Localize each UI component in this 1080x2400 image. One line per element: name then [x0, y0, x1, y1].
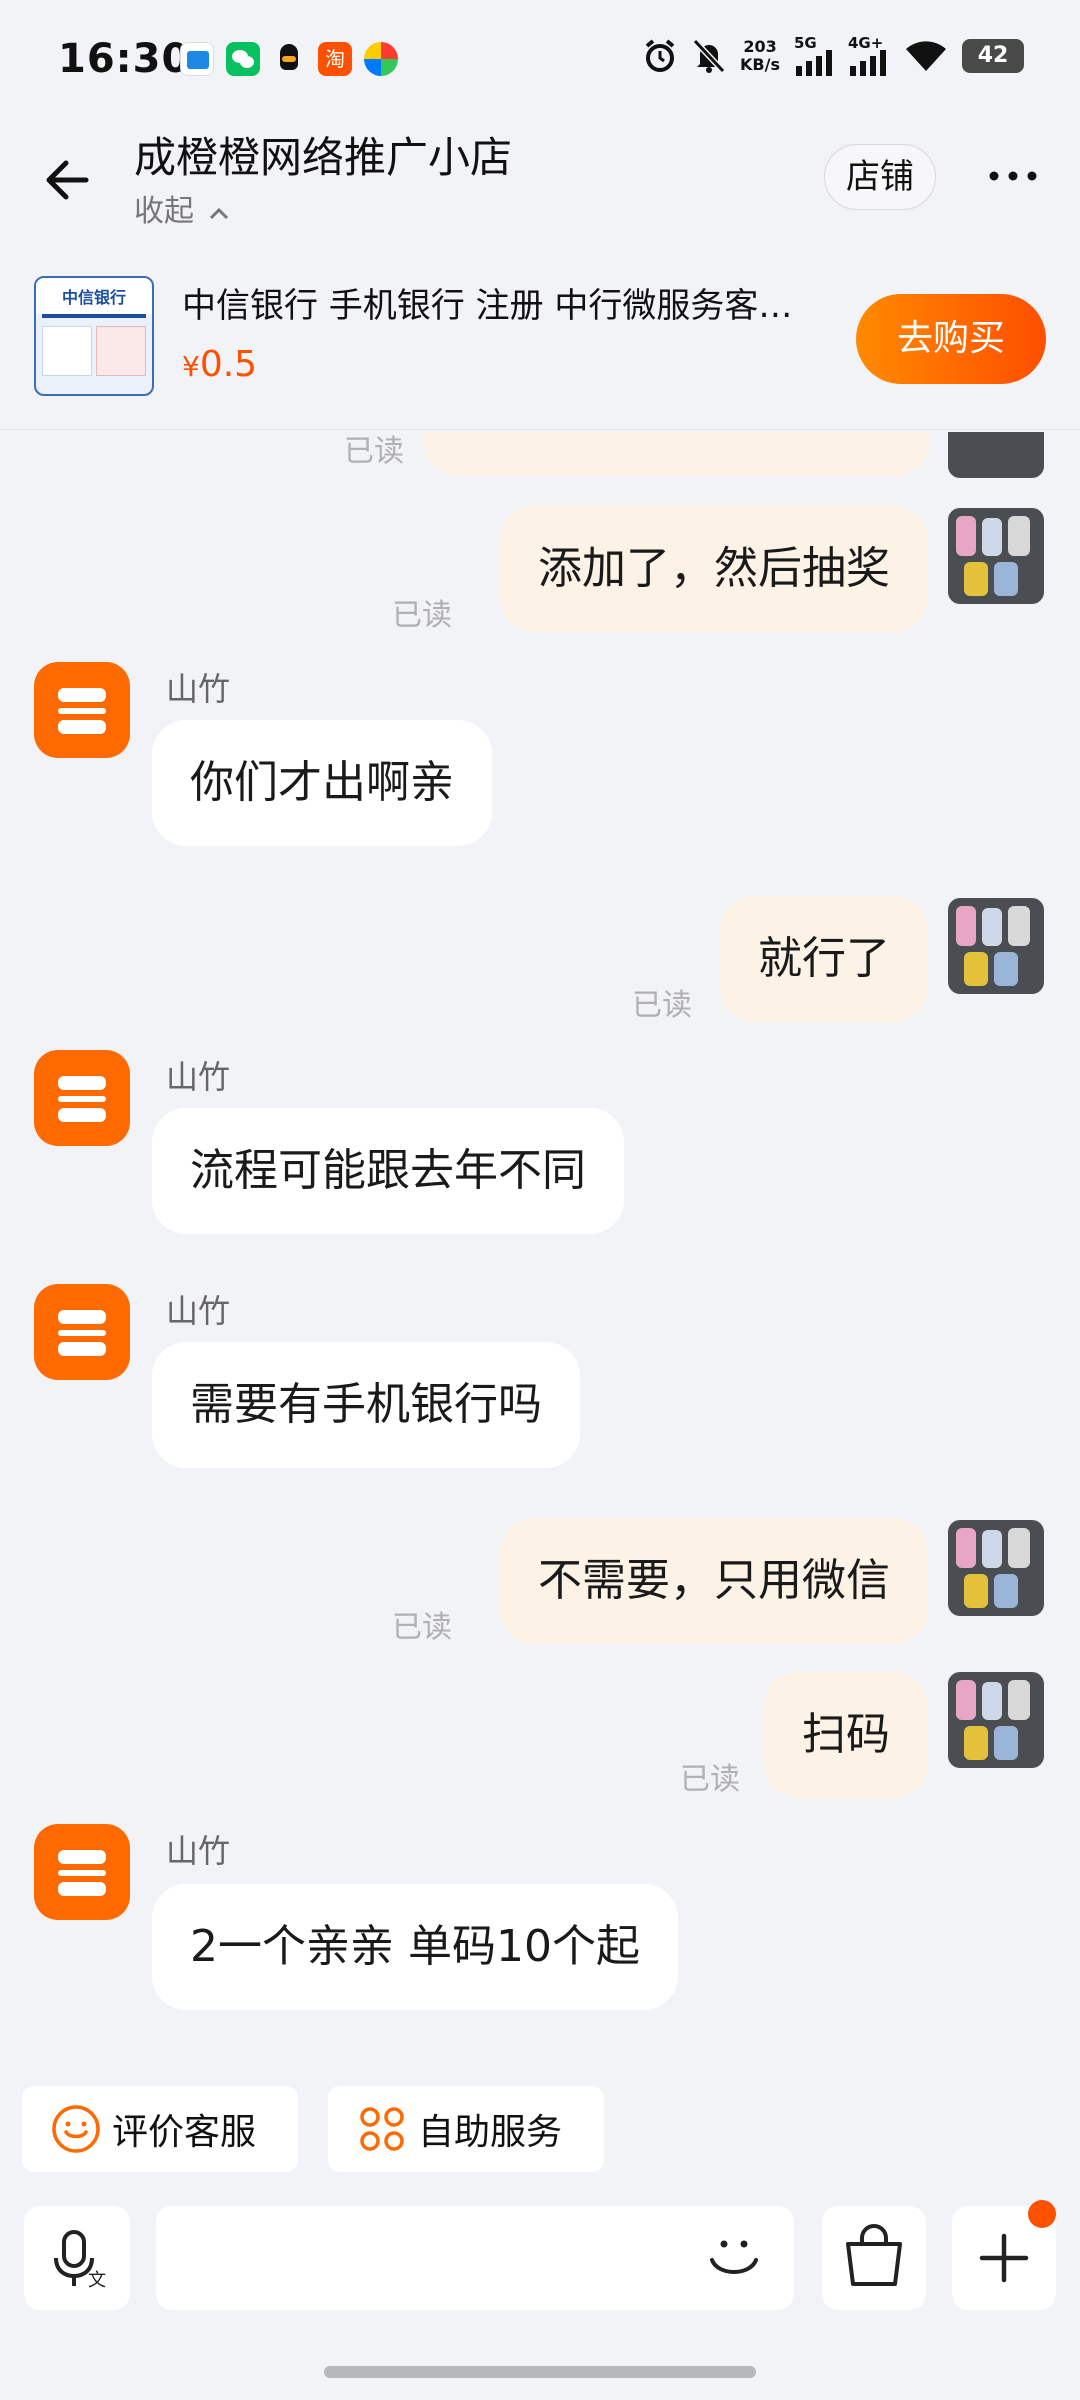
wechat-icon	[226, 42, 260, 76]
read-receipt: 已读	[392, 598, 452, 633]
user-avatar-partial[interactable]	[948, 432, 1044, 478]
shop-avatar[interactable]	[34, 1050, 130, 1146]
product-price: ¥0.5	[182, 344, 257, 385]
sender-name: 山竹	[166, 670, 231, 708]
price-value: 0.5	[199, 344, 258, 385]
message-bubble-shop[interactable]: 你们才出啊亲	[152, 720, 492, 846]
collapse-toggle[interactable]: 收起	[134, 186, 230, 230]
storefront-icon	[58, 1310, 106, 1356]
message-bubble-mine[interactable]: 添加了，然后抽奖	[500, 506, 928, 632]
voice-to-text-icon: 文	[54, 2230, 106, 2291]
shop-name: 成橙橙网络推广小店	[134, 133, 513, 182]
read-receipt: 已读	[392, 1610, 452, 1645]
notification-app-icon	[180, 42, 214, 76]
storefront-icon	[58, 688, 106, 734]
user-avatar[interactable]	[948, 508, 1044, 604]
status-bar: 16:30 淘 203 KB/s 5G 4G+ 42	[0, 0, 1080, 120]
message-input[interactable]	[156, 2206, 794, 2310]
more-dots-icon[interactable]	[980, 156, 1046, 196]
chevron-up-icon	[209, 207, 228, 220]
product-thumbnail[interactable]: 中信银行	[34, 276, 154, 396]
read-receipt-partial: 已读	[344, 434, 404, 469]
battery-indicator: 42	[962, 39, 1024, 73]
message-bubble-shop[interactable]: 需要有手机银行吗	[152, 1342, 580, 1468]
read-receipt: 已读	[632, 988, 692, 1023]
self-service-button[interactable]: 自助服务	[328, 2086, 604, 2172]
sender-name: 山竹	[166, 1832, 231, 1870]
mute-bell-icon	[692, 38, 726, 74]
buy-button[interactable]: 去购买	[856, 294, 1046, 384]
net-speed-value: 203	[743, 37, 777, 56]
svg-text:文: 文	[88, 2270, 106, 2291]
shop-avatar[interactable]	[34, 1824, 130, 1920]
status-indicators: 203 KB/s 5G 4G+ 42	[642, 34, 1024, 76]
user-avatar[interactable]	[948, 1520, 1044, 1616]
storefront-icon	[58, 1076, 106, 1122]
signal-bars-icon-2	[850, 50, 886, 76]
shop-button[interactable]: 店铺	[824, 144, 936, 210]
price-currency: ¥	[182, 350, 200, 383]
voice-input-button[interactable]: 文	[24, 2206, 130, 2310]
message-bubble-mine[interactable]: 扫码	[764, 1672, 928, 1798]
taobao-icon: 淘	[318, 42, 352, 76]
product-title[interactable]: 中信银行 手机银行 注册 中行微服务客…	[182, 278, 842, 327]
user-avatar[interactable]	[948, 898, 1044, 994]
chat-header: 成橙橙网络推广小店 收起 店铺 中信银行 中信银行 手机银行 注册 中行微服务客…	[0, 110, 1080, 430]
status-app-icons: 淘	[180, 42, 398, 76]
wifi-icon	[906, 41, 946, 71]
alarm-icon	[645, 39, 675, 72]
shopping-bag-button[interactable]	[822, 2206, 926, 2310]
user-avatar[interactable]	[948, 1672, 1044, 1768]
collapse-label: 收起	[134, 194, 194, 229]
read-receipt: 已读	[680, 1762, 740, 1797]
signal-bars-icon	[796, 50, 832, 76]
message-bubble-mine[interactable]: 不需要，只用微信	[500, 1518, 928, 1644]
rate-service-button[interactable]: 评价客服	[22, 2086, 298, 2172]
shop-avatar[interactable]	[34, 662, 130, 758]
net-speed-unit: KB/s	[740, 55, 780, 74]
rate-service-label: 评价客服	[112, 2112, 257, 2153]
signal-4g: 4G+	[848, 34, 890, 76]
product-thumb-label: 中信银行	[36, 278, 152, 314]
emoji-icon[interactable]	[702, 2226, 766, 2290]
smiley-icon	[52, 2105, 100, 2153]
message-bubble-mine[interactable]: 就行了	[720, 896, 928, 1022]
chat-message-list[interactable]: 已读 已读 添加了，然后抽奖 山竹 你们才出啊亲 已读 就行了 山竹 流程可能跟…	[0, 432, 1080, 2052]
qq-icon	[272, 42, 306, 76]
colorful-app-icon	[364, 42, 398, 76]
sender-name: 山竹	[166, 1292, 231, 1330]
notification-dot	[1028, 2200, 1056, 2228]
more-actions-button[interactable]	[952, 2200, 1056, 2310]
net-speed: 203 KB/s	[740, 38, 780, 74]
message-bubble-shop[interactable]: 2一个亲亲 单码10个起	[152, 1884, 678, 2010]
status-time: 16:30	[58, 36, 191, 82]
home-indicator[interactable]	[324, 2366, 756, 2378]
sender-name: 山竹	[166, 1058, 231, 1096]
self-service-label: 自助服务	[418, 2112, 563, 2153]
shop-avatar[interactable]	[34, 1284, 130, 1380]
grid-service-icon	[360, 2107, 404, 2151]
signal-5g: 5G	[794, 34, 834, 76]
message-composer: 文	[0, 2190, 1080, 2340]
storefront-icon	[58, 1850, 106, 1896]
shopping-bag-icon	[846, 2224, 902, 2286]
back-arrow-icon[interactable]	[38, 150, 98, 210]
message-bubble-partial[interactable]	[424, 432, 930, 476]
message-bubble-shop[interactable]: 流程可能跟去年不同	[152, 1108, 624, 1234]
